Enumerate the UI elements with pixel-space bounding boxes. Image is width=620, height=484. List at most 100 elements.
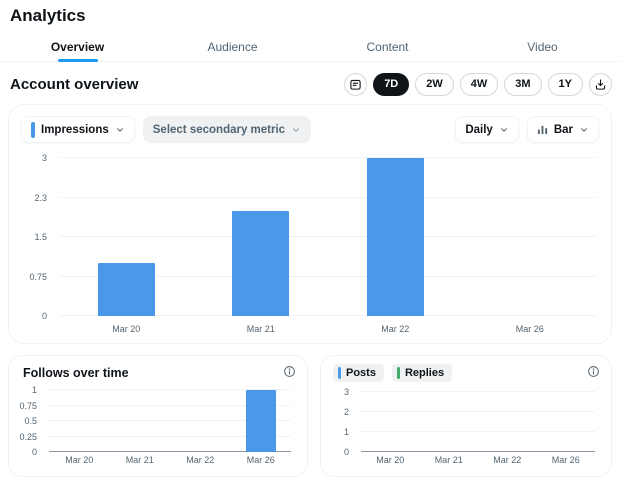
chart-type-dropdown[interactable]: Bar	[527, 116, 599, 143]
legend-replies-chip: Replies	[392, 364, 452, 382]
chevron-down-icon	[115, 125, 125, 135]
x-tick-label: Mar 26	[231, 455, 292, 468]
range-3m-button[interactable]: 3M	[504, 73, 541, 96]
download-icon	[594, 78, 607, 91]
x-tick-label: Mar 22	[478, 455, 537, 468]
metric-accent-bar	[31, 122, 35, 138]
active-tab-underline	[58, 59, 98, 62]
range-4w-label: 4W	[471, 78, 488, 90]
y-tick-label: 0.75	[29, 272, 47, 282]
interval-dropdown[interactable]: Daily	[455, 116, 519, 143]
category-slot	[463, 158, 598, 316]
range-cluster: 7D 2W 4W 3M 1Y	[344, 73, 612, 96]
plot-area	[59, 158, 597, 316]
legend-posts-label: Posts	[346, 367, 376, 379]
secondary-metric-dropdown[interactable]: Select secondary metric	[143, 116, 311, 143]
tab-audience[interactable]: Audience	[155, 33, 310, 61]
posts-replies-info-button[interactable]	[587, 365, 600, 378]
y-tick-label: 0.75	[19, 401, 37, 411]
category-slot	[420, 392, 479, 452]
bar-chart-icon	[537, 124, 548, 135]
info-icon	[587, 365, 600, 378]
posts-replies-bar-chart: 0123 Mar 20Mar 21Mar 22Mar 26	[329, 390, 603, 468]
y-tick-label: 0	[344, 447, 349, 457]
category-slot	[194, 158, 329, 316]
y-tick-label: 1	[32, 385, 37, 395]
chevron-down-icon	[291, 125, 301, 135]
range-7d-button[interactable]: 7D	[373, 73, 409, 96]
chart-controls: Impressions Select secondary metric Dail…	[21, 116, 599, 143]
category-slot	[361, 392, 420, 452]
y-tick-label: 2	[344, 407, 349, 417]
tab-overview[interactable]: Overview	[0, 33, 155, 61]
follows-info-button[interactable]	[283, 365, 296, 378]
export-button[interactable]	[589, 73, 612, 96]
chevron-down-icon	[579, 125, 589, 135]
x-tick-label: Mar 26	[537, 455, 596, 468]
legend-replies-label: Replies	[405, 367, 444, 379]
category-slot	[478, 392, 537, 452]
y-axis: 00.250.50.751	[17, 390, 43, 452]
range-7d-label: 7D	[384, 78, 398, 90]
plot-area	[361, 392, 595, 452]
bars	[361, 392, 595, 452]
y-tick-label: 3	[42, 153, 47, 163]
tab-content-label: Content	[366, 40, 408, 54]
follows-bar-chart: 0 0.25 0.5 0.75 1 Mar 20Mar 21Mar 22Mar 26	[17, 388, 299, 468]
category-slot	[170, 390, 231, 452]
y-tick-label: 0.5	[24, 416, 37, 426]
tab-video[interactable]: Video	[465, 33, 620, 61]
bar-mar-26	[246, 390, 276, 452]
primary-metric-dropdown[interactable]: Impressions	[21, 116, 135, 143]
bar-mar-20	[98, 263, 155, 316]
replies-accent-bar	[397, 367, 400, 379]
date-picker-button[interactable]	[344, 73, 367, 96]
x-tick-label: Mar 22	[170, 455, 231, 468]
x-tick-label: Mar 20	[59, 324, 194, 337]
bar-mar-22	[367, 158, 424, 316]
info-icon	[283, 365, 296, 378]
section-header: Account overview 7D 2W 4W 3M 1Y	[10, 70, 612, 98]
secondary-metric-label: Select secondary metric	[153, 124, 285, 136]
chart-type-label: Bar	[554, 124, 573, 136]
bars	[49, 390, 291, 452]
x-tick-label: Mar 22	[328, 324, 463, 337]
impressions-bar-chart: 00.751.52.33 Mar 20Mar 21Mar 22Mar 26	[21, 153, 599, 337]
category-slot	[231, 390, 292, 452]
category-slot	[59, 158, 194, 316]
category-slot	[537, 392, 596, 452]
legend-posts-chip: Posts	[333, 364, 384, 382]
y-tick-label: 3	[344, 387, 349, 397]
y-tick-label: 0.25	[19, 432, 37, 442]
range-2w-label: 2W	[426, 78, 443, 90]
page-title: Analytics	[10, 6, 86, 26]
range-1y-button[interactable]: 1Y	[548, 73, 583, 96]
x-axis: Mar 20Mar 21Mar 22Mar 26	[59, 324, 597, 337]
metric-controls: Impressions Select secondary metric	[21, 116, 311, 143]
x-tick-label: Mar 20	[49, 455, 110, 468]
primary-metric-label: Impressions	[41, 124, 109, 136]
x-tick-label: Mar 20	[361, 455, 420, 468]
y-tick-label: 0	[32, 447, 37, 457]
y-tick-label: 0	[42, 311, 47, 321]
range-2w-button[interactable]: 2W	[415, 73, 454, 96]
category-slot	[49, 390, 110, 452]
y-axis: 00.751.52.33	[21, 158, 53, 316]
x-tick-label: Mar 21	[420, 455, 479, 468]
plot-area	[49, 390, 291, 452]
x-axis: Mar 20Mar 21Mar 22Mar 26	[49, 455, 291, 468]
tab-audience-label: Audience	[207, 40, 257, 54]
section-title: Account overview	[10, 76, 138, 93]
x-tick-label: Mar 26	[463, 324, 598, 337]
category-slot	[110, 390, 171, 452]
y-tick-label: 1.5	[34, 232, 47, 242]
x-tick-label: Mar 21	[194, 324, 329, 337]
impressions-card: Impressions Select secondary metric Dail…	[8, 104, 612, 344]
category-slot	[328, 158, 463, 316]
follows-card-title: Follows over time	[23, 366, 129, 380]
range-4w-button[interactable]: 4W	[460, 73, 499, 96]
calendar-icon	[349, 78, 362, 91]
tab-content[interactable]: Content	[310, 33, 465, 61]
tab-overview-label: Overview	[51, 40, 104, 54]
analytics-page: Analytics Overview Audience Content Vide…	[0, 0, 620, 484]
